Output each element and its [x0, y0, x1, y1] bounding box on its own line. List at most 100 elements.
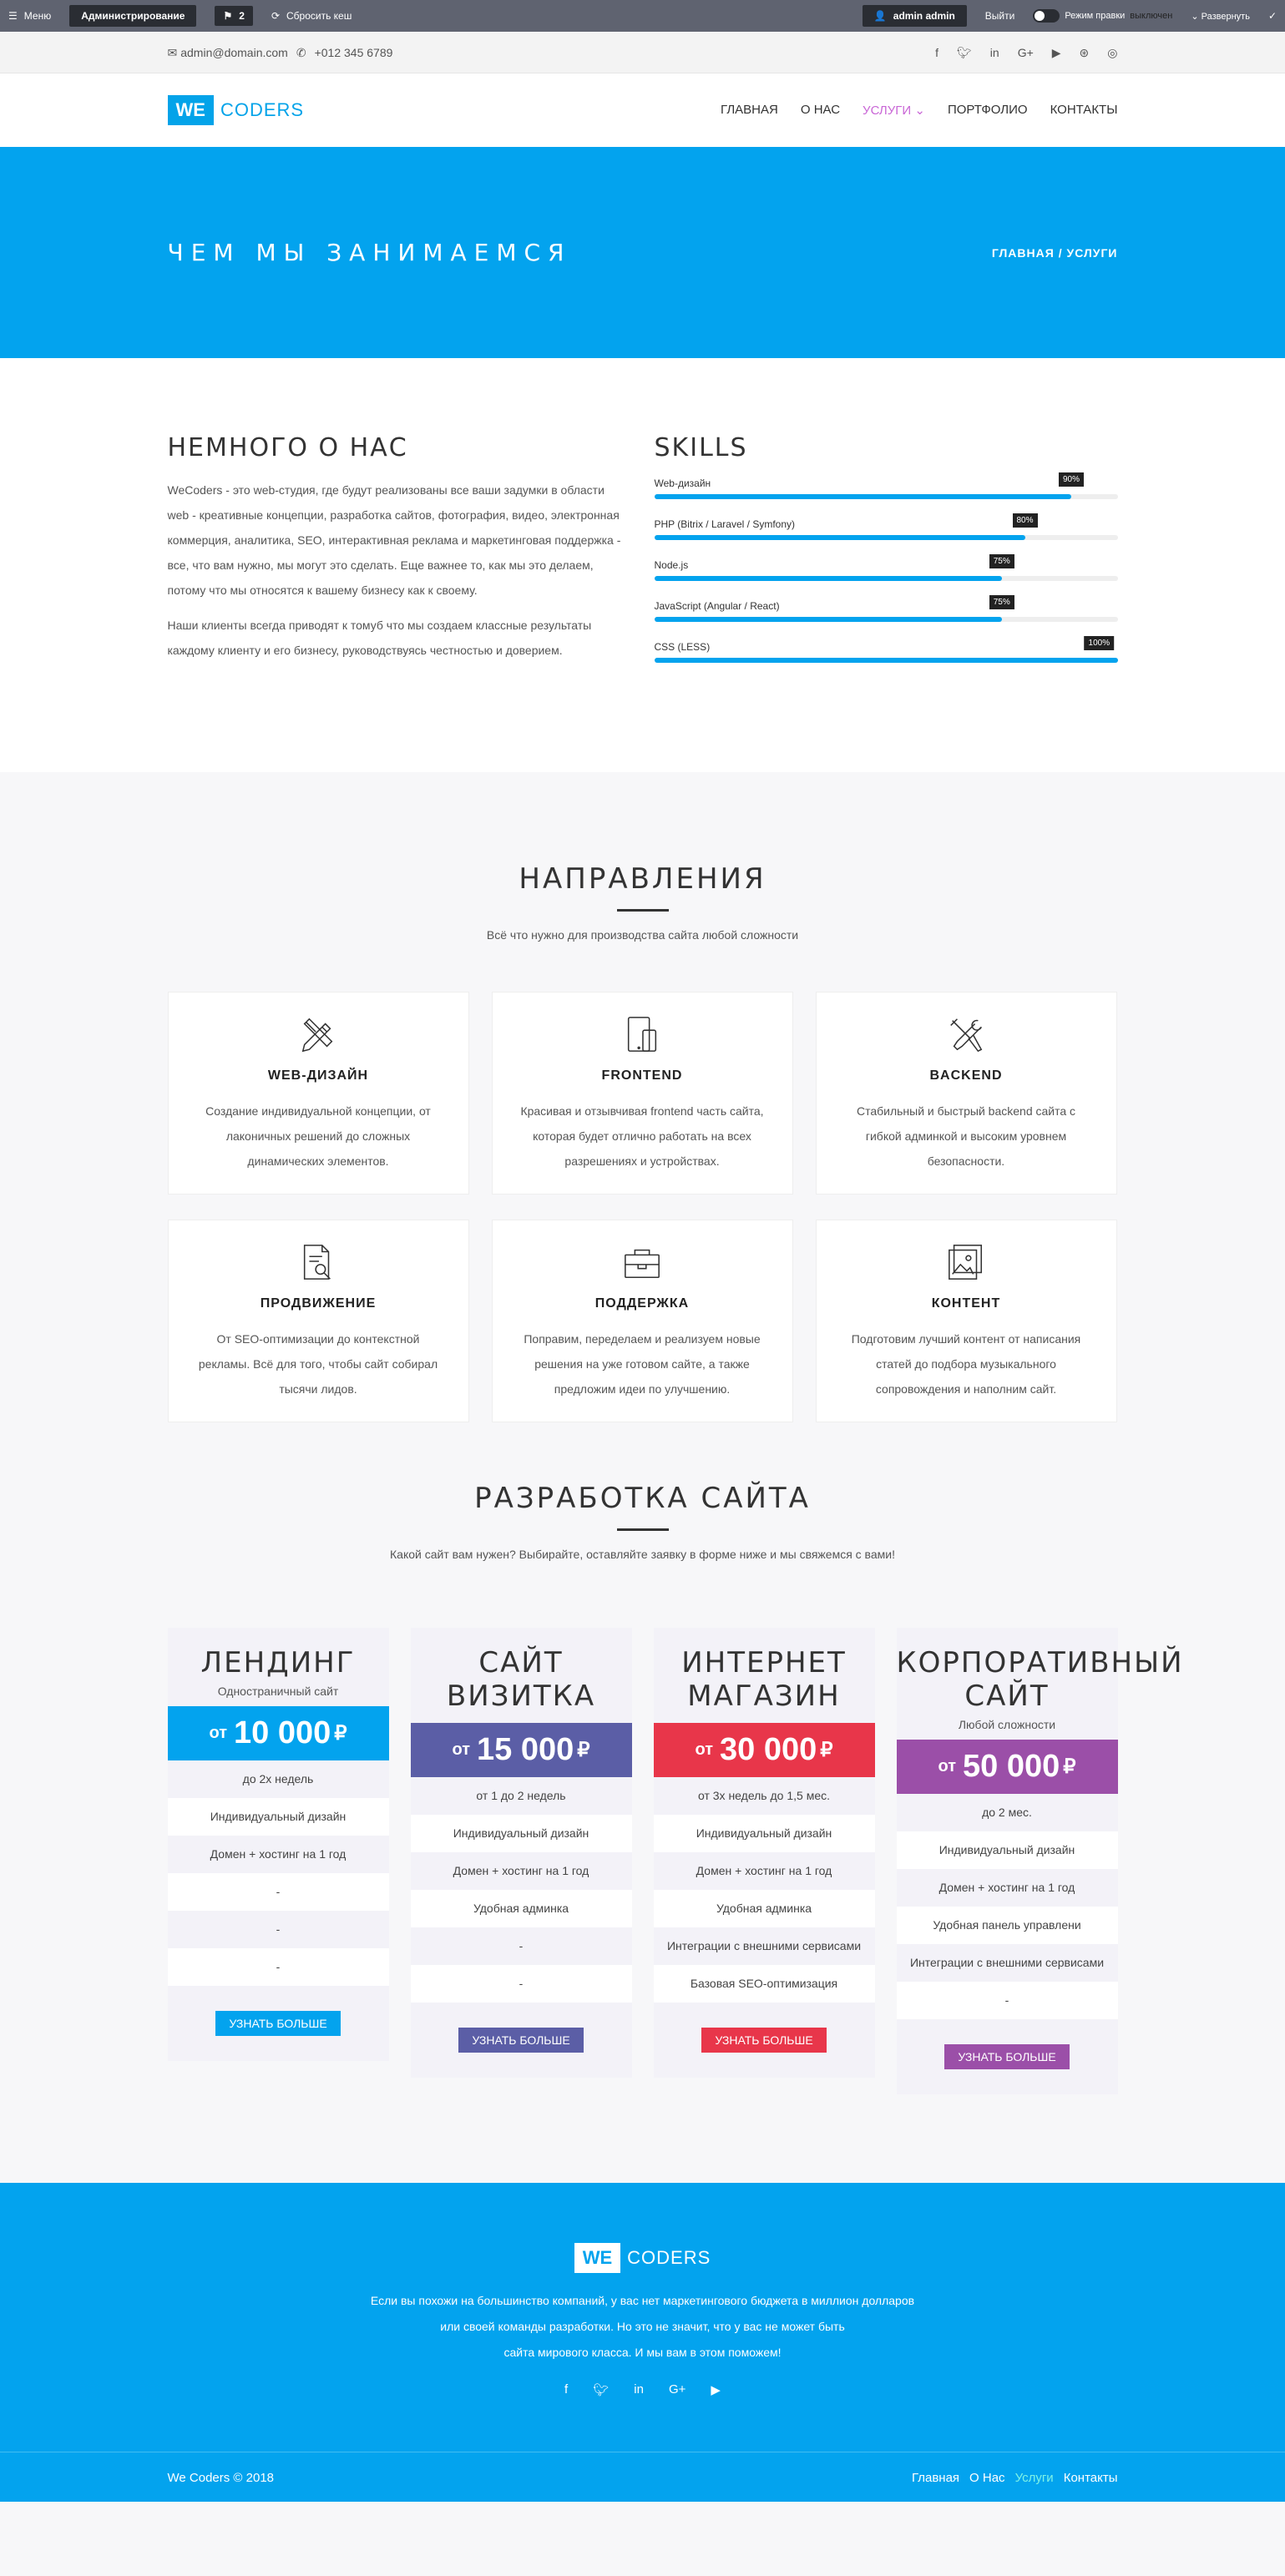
envelope-icon: ✉	[167, 45, 178, 59]
learn-more-button[interactable]: УЗНАТЬ БОЛЬШЕ	[458, 2028, 584, 2053]
pencil-ruler-icon	[301, 1018, 333, 1053]
about-section: НЕМНОГО О НАС WeCoders - это web-студия,…	[0, 358, 1285, 772]
currency-symbol: ₽	[820, 1739, 833, 1761]
plan-feature: до 2х недель	[167, 1760, 389, 1798]
skill-value-tooltip: 75%	[989, 595, 1014, 609]
plan-feature: Домен + хостинг на 1 год	[896, 1869, 1118, 1907]
currency-symbol: ₽	[334, 1722, 347, 1745]
pricing-plan: ЛЕНДИНГ Одностраничный сайт от 10 000 ₽ …	[167, 1628, 389, 2061]
skill-track	[654, 535, 1118, 540]
notifications-button[interactable]: ⚑ 2	[215, 6, 253, 26]
expand-button[interactable]: ⌄ Развернуть	[1191, 11, 1250, 22]
footer-link-home[interactable]: Главная	[912, 2471, 959, 2485]
nav-item-services[interactable]: УСЛУГИ ⌄	[863, 103, 925, 118]
about-column: НЕМНОГО О НАС WeCoders - это web-студия,…	[168, 433, 625, 682]
social-links: f 🐦︎ in G+ ▶ ⊛ ◎	[935, 46, 1117, 60]
user-button[interactable]: 👤 admin admin	[862, 5, 967, 27]
skill-name: Web-дизайн	[654, 477, 711, 489]
card-title: BACKEND	[929, 1068, 1003, 1083]
about-title: НЕМНОГО О НАС	[167, 433, 408, 462]
skill-name: PHP (Bitrix / Laravel / Symfony)	[654, 518, 796, 530]
plan-title: ЛЕНДИНГ	[200, 1646, 356, 1679]
footer-logo[interactable]: WE CODERS	[0, 2243, 1285, 2273]
skill-track	[654, 576, 1118, 581]
skill-track	[654, 617, 1118, 622]
plan-feature: Интеграции с внешними сервисами	[896, 1944, 1118, 1982]
toolbox-icon	[625, 1249, 660, 1279]
linkedin-icon[interactable]: in	[634, 2382, 644, 2397]
skills-title: SKILLS	[654, 433, 748, 462]
plan-feature: Индивидуальный дизайн	[896, 1831, 1118, 1869]
plan-feature: -	[167, 1873, 389, 1911]
learn-more-button[interactable]: УЗНАТЬ БОЛЬШЕ	[215, 2011, 341, 2036]
menu-button[interactable]: ☰ Меню	[8, 10, 51, 22]
footer-link-services[interactable]: Услуги	[1015, 2471, 1054, 2485]
site-footer: WE CODERS Если вы похожи на большинство …	[0, 2183, 1285, 2452]
skill-name: CSS (LESS)	[654, 641, 711, 653]
google-plus-icon[interactable]: G+	[669, 2382, 686, 2397]
email-link[interactable]: admin@domain.com	[180, 46, 288, 59]
tools-icon	[950, 1018, 983, 1053]
card-title: FRONTEND	[601, 1068, 683, 1083]
phone-link[interactable]: +012 345 6789	[315, 46, 393, 59]
linkedin-icon[interactable]: in	[990, 46, 999, 60]
site-logo[interactable]: WE CODERS	[167, 95, 305, 125]
plan-feature: от 3х недель до 1,5 мес.	[653, 1777, 875, 1815]
admin-button[interactable]: Администрирование	[69, 5, 197, 27]
card-text: Красивая и отзывчивая frontend часть сай…	[520, 1104, 764, 1168]
plan-feature: до 2 мес.	[896, 1794, 1118, 1831]
contact-bar: ✉ admin@domain.com ✆ +012 345 6789 f 🐦︎ …	[0, 32, 1285, 73]
plan-title: ИНТЕРНЕТ МАГАЗИН	[681, 1646, 847, 1713]
check-icon[interactable]: ✓	[1268, 10, 1277, 22]
nav-item-portfolio[interactable]: ПОРТФОЛИО	[948, 103, 1028, 118]
price-value: 30 000	[720, 1732, 817, 1767]
plan-price: от 10 000 ₽	[167, 1706, 389, 1760]
direction-card: ПОДДЕРЖКА Поправим, переделаем и реализу…	[491, 1220, 793, 1422]
facebook-icon[interactable]: f	[564, 2382, 568, 2397]
skill-bar: JavaScript (Angular / React) 75%	[654, 595, 1118, 622]
price-prefix: от	[695, 1740, 713, 1759]
nav-item-about[interactable]: О НАС	[801, 103, 840, 118]
youtube-icon[interactable]: ▶	[711, 2382, 721, 2397]
nav-item-contacts[interactable]: КОНТАКТЫ	[1050, 103, 1118, 118]
edit-mode-toggle[interactable]: Режим правки выключен	[1033, 9, 1172, 23]
skill-fill	[654, 658, 1118, 663]
pricing-header: РАЗРАБОТКА САЙТА Какой сайт вам нужен? В…	[168, 1482, 1118, 1561]
instagram-icon[interactable]: ◎	[1107, 46, 1117, 60]
learn-more-button[interactable]: УЗНАТЬ БОЛЬШЕ	[701, 2028, 827, 2053]
logout-button[interactable]: Выйти	[985, 10, 1015, 22]
twitter-icon[interactable]: 🐦︎	[593, 2382, 609, 2397]
footer-link-about[interactable]: О Нас	[969, 2471, 1005, 2485]
breadcrumb-home[interactable]: ГЛАВНАЯ	[992, 246, 1055, 260]
price-value: 50 000	[963, 1749, 1060, 1784]
pricing-plan: КОРПОРАТИВНЫЙ САЙТ Любой сложности от 50…	[896, 1628, 1184, 2094]
skill-track	[654, 494, 1118, 499]
footer-link-contacts[interactable]: Контакты	[1064, 2471, 1118, 2485]
plan-title: КОРПОРАТИВНЫЙ САЙТ	[896, 1646, 1184, 1713]
nav-item-home[interactable]: ГЛАВНАЯ	[721, 103, 778, 118]
card-title: ПОДДЕРЖКА	[594, 1296, 690, 1311]
direction-card: ПРОДВИЖЕНИЕ От SEO-оптимизации до контек…	[167, 1220, 469, 1422]
skill-fill	[654, 576, 1002, 581]
currency-symbol: ₽	[577, 1739, 590, 1761]
plan-feature: Домен + хостинг на 1 год	[167, 1836, 389, 1873]
card-text: Стабильный и быстрый backend сайта с гиб…	[856, 1104, 1076, 1168]
pricing-plan: ИНТЕРНЕТ МАГАЗИН от 30 000 ₽ от 3х недел…	[653, 1628, 875, 2078]
skill-bar: Web-дизайн 90%	[654, 472, 1118, 499]
plan-features: от 3х недель до 1,5 мес. Индивидуальный д…	[653, 1777, 875, 2003]
gallery-icon	[949, 1245, 983, 1280]
twitter-icon[interactable]: 🐦︎	[957, 46, 972, 60]
youtube-icon[interactable]: ▶	[1052, 46, 1061, 60]
site-header: WE CODERS ГЛАВНАЯ О НАС УСЛУГИ ⌄ ПОРТФОЛ…	[0, 73, 1285, 147]
plan-subtitle: Одностраничный сайт	[217, 1685, 339, 1698]
plan-feature: Базовая SEO-оптимизация	[653, 1965, 875, 2003]
learn-more-button[interactable]: УЗНАТЬ БОЛЬШЕ	[944, 2044, 1070, 2069]
dribbble-icon[interactable]: ⊛	[1080, 46, 1090, 60]
google-plus-icon[interactable]: G+	[1018, 46, 1034, 60]
skill-value-tooltip: 90%	[1058, 472, 1085, 487]
plan-feature: Индивидуальный дизайн	[167, 1798, 389, 1836]
toggle-switch[interactable]	[1033, 9, 1060, 23]
copyright-text: We Coders © 2018	[167, 2470, 275, 2485]
facebook-icon[interactable]: f	[935, 46, 938, 60]
reset-cache-button[interactable]: ⟳ Сбросить кеш	[271, 10, 352, 22]
